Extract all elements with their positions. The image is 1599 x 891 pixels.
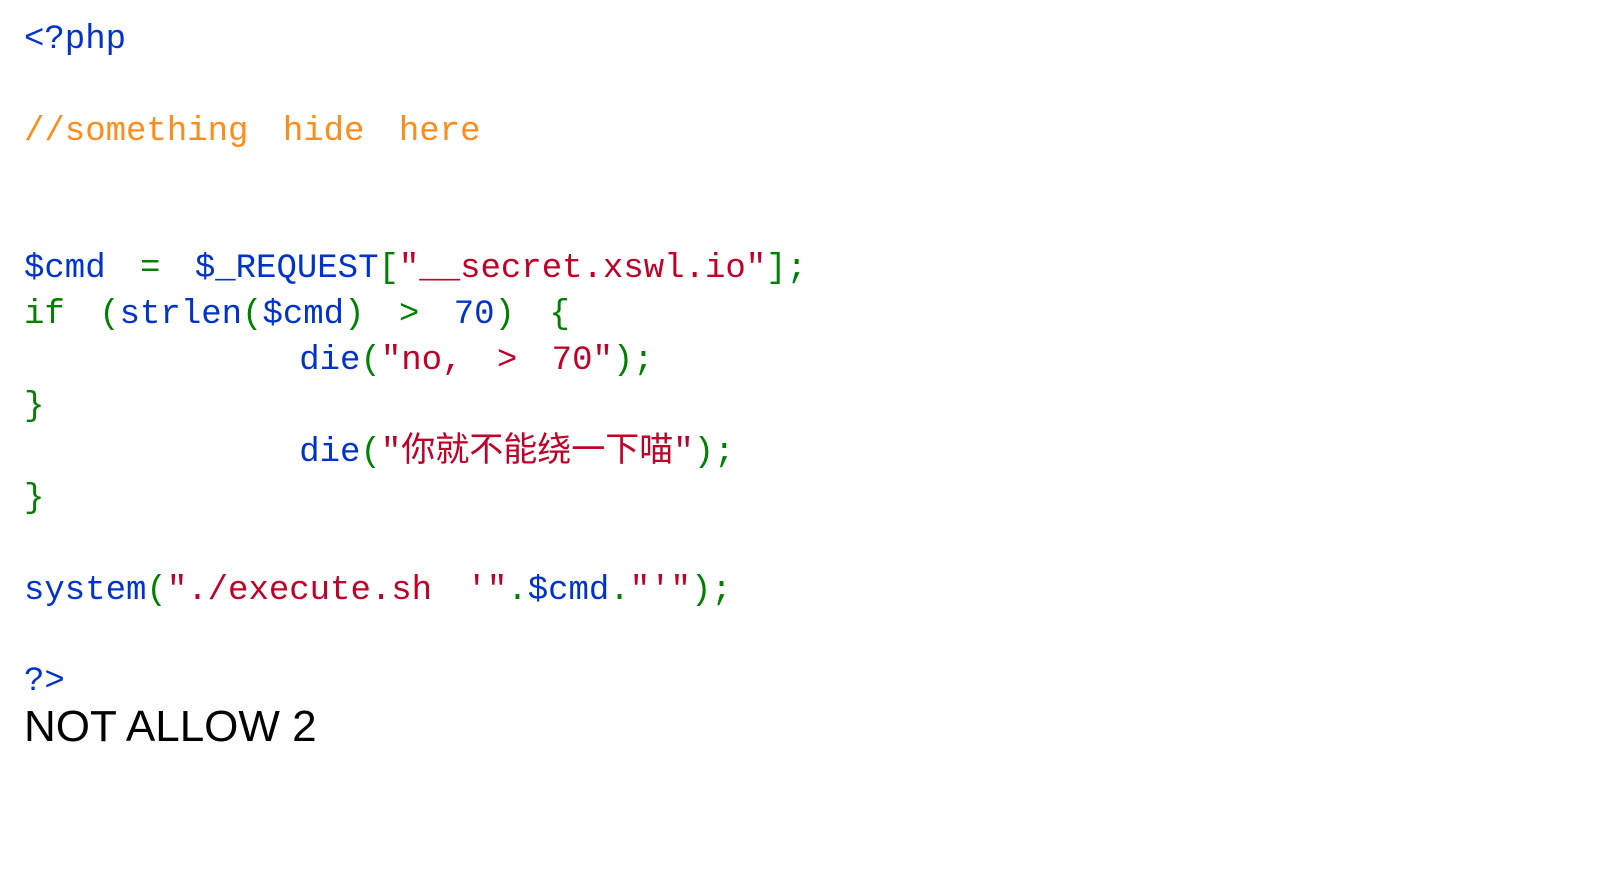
- php-close-tag: ?>: [24, 663, 65, 701]
- die2-paren-open: (: [360, 434, 380, 472]
- die2-paren-close-semi: );: [694, 434, 735, 472]
- operator-dot2: .: [609, 572, 629, 610]
- string-key: "__secret.xswl.io": [399, 250, 766, 288]
- php-code-block: <?php //something hide here $cmd = $_REQ…: [0, 0, 1599, 706]
- brace-close-1: }: [24, 388, 44, 426]
- system-paren-open: (: [146, 572, 166, 610]
- paren-open-inner: (: [242, 296, 262, 334]
- fn-system: system: [24, 572, 146, 610]
- paren-open: (: [99, 296, 119, 334]
- operator-dot1: .: [507, 572, 527, 610]
- system-paren-close-semi: );: [691, 572, 732, 610]
- string-die2: "你就不能绕一下喵": [381, 434, 694, 472]
- operator-gt: >: [399, 296, 419, 334]
- fn-strlen: strlen: [120, 296, 242, 334]
- string-exec-a: "./execute.sh '": [167, 572, 507, 610]
- bracket-close-semi: ];: [766, 250, 807, 288]
- paren-close: ): [495, 296, 515, 334]
- var-cmd-ref: $cmd: [262, 296, 344, 334]
- footer-text: NOT ALLOW 2: [0, 702, 1599, 752]
- string-die1: "no, > 70": [381, 342, 613, 380]
- bracket-open: [: [378, 250, 398, 288]
- brace-close-2: }: [24, 480, 44, 518]
- var-request: $_REQUEST: [195, 250, 379, 288]
- literal-70: 70: [454, 296, 495, 334]
- fn-die2: die: [299, 434, 360, 472]
- var-cmd-ref2: $cmd: [528, 572, 610, 610]
- operator-assign: =: [140, 250, 160, 288]
- comment-line: //something hide here: [24, 113, 480, 151]
- die1-paren-close-semi: );: [613, 342, 654, 380]
- brace-open: {: [549, 296, 569, 334]
- var-cmd: $cmd: [24, 250, 106, 288]
- keyword-if: if: [24, 296, 65, 334]
- php-open-tag: <?php: [24, 21, 126, 59]
- fn-die1: die: [299, 342, 360, 380]
- string-exec-b: "'": [630, 572, 691, 610]
- paren-close-inner: ): [344, 296, 364, 334]
- die1-paren-open: (: [360, 342, 380, 380]
